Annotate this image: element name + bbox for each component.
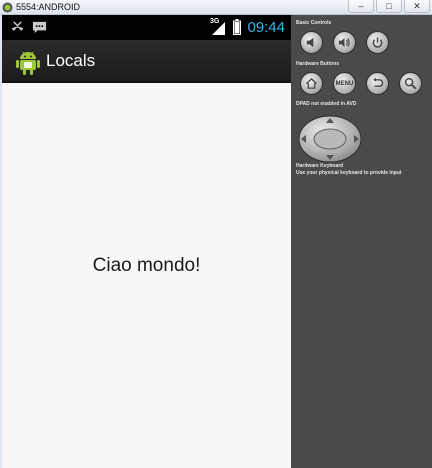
dpad-control[interactable] xyxy=(298,115,362,163)
emulator-control-panel: Basic Controls Hardware Buttons MENU DPA… xyxy=(291,15,432,468)
home-button[interactable] xyxy=(300,72,323,95)
hello-text: Ciao mondo! xyxy=(92,255,201,276)
keyboard-title: Hardware Keyboard xyxy=(296,163,344,169)
back-icon xyxy=(373,77,384,87)
device-screen: 3G 09:44 Locals Ciao mondo! xyxy=(2,15,291,468)
power-button[interactable] xyxy=(366,31,389,54)
dpad-note: DPAD not enabled in AVD xyxy=(296,101,357,107)
status-clock: 09:44 xyxy=(247,19,285,36)
search-button[interactable] xyxy=(399,72,422,95)
battery-icon xyxy=(233,19,241,35)
volume-down-icon xyxy=(306,37,314,48)
missed-call-icon xyxy=(11,21,24,31)
power-icon xyxy=(372,37,383,48)
back-button[interactable] xyxy=(366,72,389,95)
search-icon xyxy=(404,77,417,90)
status-bar: 3G 09:44 xyxy=(2,15,291,40)
message-icon xyxy=(32,21,47,34)
home-icon xyxy=(305,77,318,89)
maximize-button[interactable]: □ xyxy=(376,0,402,13)
volume-up-icon xyxy=(338,37,350,48)
android-robot-icon[interactable] xyxy=(16,50,40,76)
keyboard-note: Use your physical keyboard to provide in… xyxy=(296,170,402,176)
menu-button-label: MENU xyxy=(335,80,354,87)
android-app-icon xyxy=(2,2,13,13)
signal-icon xyxy=(212,22,225,35)
volume-up-button[interactable] xyxy=(333,31,356,54)
volume-down-button[interactable] xyxy=(300,31,323,54)
window-title: 5554:ANDROID xyxy=(16,2,81,12)
minimize-button[interactable]: – xyxy=(348,0,374,13)
menu-button[interactable]: MENU xyxy=(333,72,356,95)
hardware-buttons-label: Hardware Buttons xyxy=(296,61,340,67)
basic-controls-label: Basic Controls xyxy=(296,20,332,26)
action-bar: Locals xyxy=(2,40,291,83)
close-button[interactable]: ✕ xyxy=(404,0,430,13)
app-content: Ciao mondo! xyxy=(2,83,291,468)
app-title: Locals xyxy=(46,51,96,70)
window-titlebar: 5554:ANDROID – □ ✕ xyxy=(0,0,432,15)
